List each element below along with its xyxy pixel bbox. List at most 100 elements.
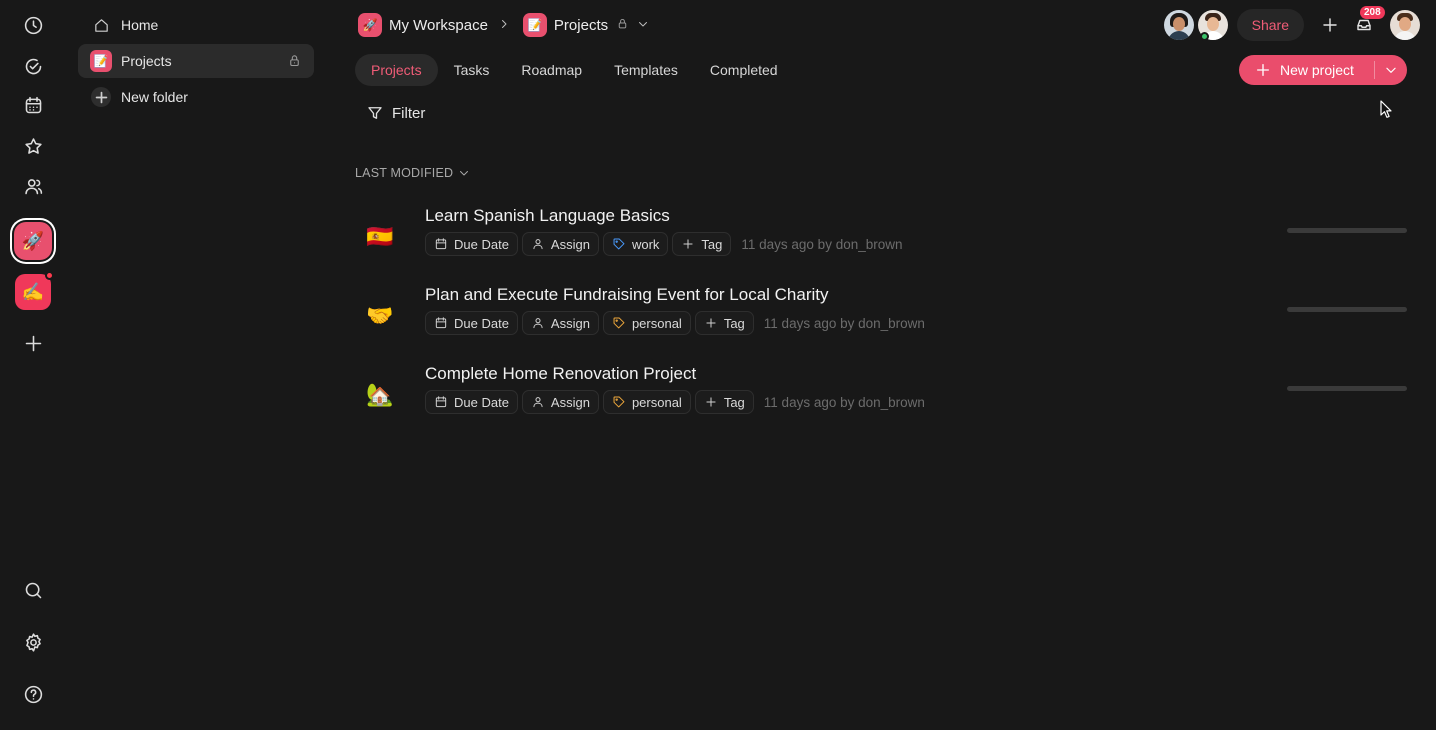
search-icon[interactable] (16, 573, 50, 607)
add-tag-chip[interactable]: Tag (672, 232, 732, 256)
lock-icon (287, 53, 302, 71)
tag-chip[interactable]: work (602, 232, 669, 256)
chevron-down-icon (460, 171, 469, 176)
gear-icon[interactable] (16, 625, 50, 659)
tab-templates[interactable]: Templates (598, 54, 694, 86)
add-tag-chip[interactable]: Tag (694, 390, 754, 414)
user-icon (533, 239, 543, 250)
assign-chip[interactable]: Assign (521, 232, 599, 256)
project-title[interactable]: Learn Spanish Language Basics (425, 206, 670, 226)
project-row[interactable]: 🤝 Plan and Execute Fundraising Event for… (355, 283, 1407, 353)
chevron-right-icon (498, 17, 510, 34)
project-meta: Due Date Assign personal Tag 11 days ago… (425, 390, 925, 414)
tab-completed[interactable]: Completed (694, 54, 794, 86)
due-date-chip[interactable]: Due Date (425, 390, 518, 414)
check-circle-icon[interactable] (16, 49, 50, 83)
modified-text: 11 days ago by don_brown (741, 236, 903, 252)
calendar-icon[interactable] (16, 88, 50, 122)
sidebar-item-label: Home (121, 17, 159, 33)
workspace-writing-button[interactable]: ✍️ (15, 271, 54, 310)
modified-text: 11 days ago by don_brown (763, 394, 925, 410)
progress-bar (1287, 386, 1407, 391)
calendar-icon (435, 396, 447, 408)
assign-chip[interactable]: Assign (521, 390, 599, 414)
tag-icon (613, 238, 625, 250)
filter-button[interactable]: Filter (366, 101, 425, 125)
plus-icon (90, 86, 112, 108)
chevron-down-icon[interactable] (1384, 63, 1398, 80)
users-icon[interactable] (16, 169, 50, 203)
filter-label: Filter (392, 104, 426, 122)
inbox-icon[interactable]: 208 (1352, 6, 1385, 37)
sidebar-item-label: New folder (121, 89, 188, 105)
view-tabs: Projects Tasks Roadmap Templates Complet… (355, 54, 794, 86)
calendar-icon (435, 317, 447, 329)
plus-icon (706, 318, 716, 328)
add-tag-chip[interactable]: Tag (694, 311, 754, 335)
clock-icon[interactable] (16, 8, 50, 42)
project-title[interactable]: Plan and Execute Fundraising Event for L… (425, 285, 829, 305)
help-icon[interactable] (16, 677, 50, 711)
icon-rail: 🚀 ✍️ (0, 0, 66, 730)
progress-bar (1287, 228, 1407, 233)
project-row[interactable]: 🏡 Complete Home Renovation Project Due D… (355, 362, 1407, 432)
breadcrumb-workspace[interactable]: My Workspace (389, 17, 488, 34)
rocket-icon: 🚀 (358, 13, 382, 37)
filter-icon (368, 107, 382, 119)
tag-icon (613, 396, 625, 408)
rocket-icon: 🚀 (21, 230, 45, 251)
plus-icon (683, 239, 693, 249)
tab-projects[interactable]: Projects (355, 54, 438, 86)
due-date-chip[interactable]: Due Date (425, 311, 518, 335)
sidebar-item-home[interactable]: Home (78, 8, 314, 42)
lock-icon (616, 17, 629, 34)
project-meta: Due Date Assign work Tag 11 days ago by … (425, 232, 903, 256)
tab-tasks[interactable]: Tasks (438, 54, 506, 86)
sidebar-item-projects[interactable]: 📝 Projects (78, 44, 314, 78)
tab-roadmap[interactable]: Roadmap (505, 54, 598, 86)
new-project-label: New project (1280, 62, 1354, 78)
sidebar-item-new-folder[interactable]: New folder (78, 80, 314, 114)
add-workspace-icon[interactable] (16, 326, 50, 360)
plus-icon (1255, 62, 1271, 78)
spain-flag-icon: 🇪🇸 (366, 224, 394, 249)
star-icon[interactable] (16, 129, 50, 163)
share-button[interactable]: Share (1236, 9, 1304, 41)
user-icon (533, 397, 543, 408)
add-icon[interactable] (1318, 13, 1342, 37)
sort-dropdown[interactable]: LAST MODIFIED (355, 166, 470, 180)
tag-icon (613, 317, 625, 329)
plus-icon (706, 397, 716, 407)
project-meta: Due Date Assign personal Tag 11 days ago… (425, 311, 925, 335)
progress-bar (1287, 307, 1407, 312)
notification-dot (45, 271, 54, 280)
collaborators (1163, 10, 1228, 41)
sort-label: LAST MODIFIED (355, 166, 454, 180)
header-actions: Share 208 (1163, 6, 1420, 42)
project-row[interactable]: 🇪🇸 Learn Spanish Language Basics Due Dat… (355, 204, 1407, 274)
notification-badge: 208 (1360, 6, 1385, 19)
calendar-icon (435, 238, 447, 250)
breadcrumb-projects[interactable]: Projects (554, 17, 608, 34)
workspace-rocket-button[interactable]: 🚀 (14, 222, 52, 260)
handshake-icon: 🤝 (366, 303, 394, 328)
tag-chip[interactable]: personal (602, 311, 691, 335)
avatar[interactable] (1163, 10, 1194, 40)
online-status-dot (1199, 32, 1209, 41)
new-project-button[interactable]: New project (1239, 55, 1407, 85)
user-icon (533, 318, 543, 329)
house-icon: 🏡 (366, 382, 394, 407)
projects-folder-icon: 📝 (90, 50, 112, 72)
mouse-cursor-icon (1380, 100, 1392, 124)
due-date-chip[interactable]: Due Date (425, 232, 518, 256)
home-icon (90, 14, 112, 36)
writing-hand-icon: ✍️ (21, 281, 45, 302)
tag-chip[interactable]: personal (602, 390, 691, 414)
project-title[interactable]: Complete Home Renovation Project (425, 364, 696, 384)
breadcrumb: 🚀 My Workspace 📝 Projects (358, 11, 649, 39)
sidebar-item-label: Projects (121, 53, 172, 69)
chevron-down-icon[interactable] (637, 17, 649, 34)
assign-chip[interactable]: Assign (521, 311, 599, 335)
user-avatar[interactable] (1390, 10, 1420, 40)
sidebar: Home 📝 Projects New folder (66, 0, 326, 730)
